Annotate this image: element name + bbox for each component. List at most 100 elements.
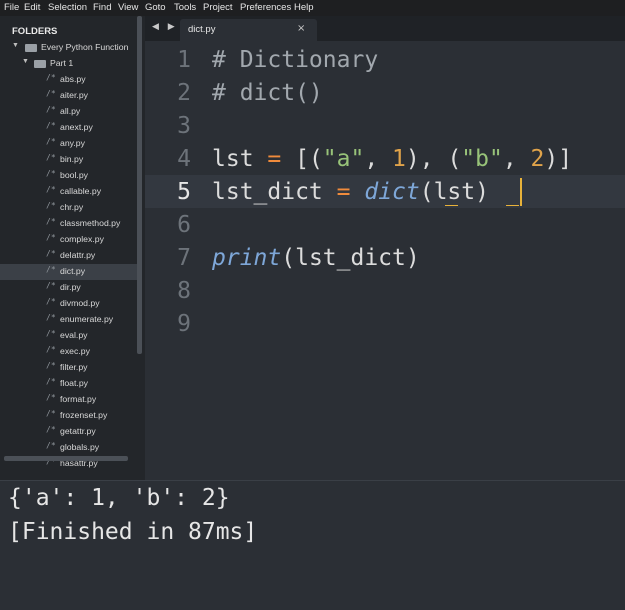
file-label: complex.py [60,234,104,244]
file-icon: /* [46,233,56,242]
comment: # Dictionary [212,47,379,73]
file-item[interactable]: /* format.py [0,392,137,408]
console-status: [Finished in 87ms] [8,519,258,545]
file-label: abs.py [60,74,86,84]
file-label: dict.py [60,266,86,276]
file-icon: /* [46,393,56,402]
line-number: 2 [177,80,191,106]
bracket-match-underline [445,205,458,206]
file-label: bin.py [60,154,84,164]
disclosure-arrow-icon[interactable]: ▼ [22,58,29,65]
file-item[interactable]: /* classmethod.py [0,216,137,232]
file-item[interactable]: /* any.py [0,136,137,152]
number: 2 [530,146,545,172]
file-icon: /* [46,409,56,418]
folders-title: FOLDERS [12,26,58,37]
menu-help[interactable]: Help [294,2,314,13]
file-item[interactable]: /* float.py [0,376,137,392]
sidebar: FOLDERS ▼ Every Python Function ▼ Part 1… [0,16,145,480]
line-number: 9 [177,311,191,337]
file-icon: /* [46,89,56,98]
sidebar-vertical-scrollbar[interactable] [137,16,142,354]
line-number-gutter: 1 2 3 4 5 6 7 8 9 [145,41,203,480]
file-label: float.py [60,378,89,388]
file-icon: /* [46,329,56,338]
text-caret [520,178,522,206]
file-item[interactable]: /* anext.py [0,120,137,136]
file-item[interactable]: /* bool.py [0,168,137,184]
file-label: aiter.py [60,90,89,100]
file-icon: /* [46,73,56,82]
file-item[interactable]: /* dict.py [0,264,137,280]
file-icon: /* [46,441,56,450]
line-number: 1 [177,47,191,73]
tab-nav-arrows-icon[interactable]: ◀ ▶ [152,22,178,32]
close-icon[interactable]: × [297,23,305,34]
file-icon: /* [46,249,56,258]
folder-label: Part 1 [50,58,74,68]
file-item[interactable]: /* dir.py [0,280,137,296]
menu-edit[interactable]: Edit [24,2,40,13]
disclosure-arrow-icon[interactable]: ▼ [12,42,19,49]
file-icon: /* [46,297,56,306]
file-item[interactable]: /* eval.py [0,328,137,344]
menu-bar: File Edit Selection Find View Goto Tools… [0,0,625,16]
file-item[interactable]: /* globals.py [0,440,137,456]
menu-selection[interactable]: Selection [48,2,87,13]
file-label: anext.py [60,122,93,132]
menu-project[interactable]: Project [203,2,233,13]
punctuation: [( [281,146,323,172]
file-icon: /* [46,105,56,114]
file-item[interactable]: /* chr.py [0,200,137,216]
punctuation: ), ( [405,146,462,172]
menu-tools[interactable]: Tools [174,2,196,13]
file-item[interactable]: /* callable.py [0,184,137,200]
file-item[interactable]: /* complex.py [0,232,137,248]
file-icon: /* [46,265,56,274]
code-line-5: lst_dict = dict(lst) [212,176,625,209]
file-item[interactable]: /* delattr.py [0,248,137,264]
menu-view[interactable]: View [118,2,138,13]
menu-file[interactable]: File [4,2,19,13]
file-label: classmethod.py [60,218,121,228]
operator: = [336,179,351,205]
console-output: {'a': 1, 'b': 2} [8,485,230,511]
tab-dict-py[interactable]: dict.py × [180,19,317,41]
variable: lst_dict [212,179,337,205]
code-line-4: lst = [("a", 1), ("b", 2)] [212,143,625,176]
file-icon: /* [46,185,56,194]
line-number: 7 [177,245,191,271]
file-label: delattr.py [60,250,96,260]
punctuation: )] [544,146,573,172]
file-icon: /* [46,361,56,370]
file-label: divmod.py [60,298,100,308]
file-item[interactable]: /* frozenset.py [0,408,137,424]
file-icon: /* [46,217,56,226]
folder-every-python-function[interactable]: ▼ Every Python Function [0,40,137,56]
file-icon: /* [46,201,56,210]
code-line-1: # Dictionary [212,44,625,77]
file-item[interactable]: /* enumerate.py [0,312,137,328]
menu-find[interactable]: Find [93,2,111,13]
sidebar-horizontal-scrollbar[interactable] [4,456,128,461]
menu-goto[interactable]: Goto [145,2,166,13]
arguments: (lst) [419,179,489,205]
file-label: exec.py [60,346,90,356]
file-item[interactable]: /* divmod.py [0,296,137,312]
file-label: getattr.py [60,426,96,436]
folder-part-1[interactable]: ▼ Part 1 [0,56,137,72]
file-item[interactable]: /* filter.py [0,360,137,376]
code-editor[interactable]: 1 2 3 4 5 6 7 8 9 # Dictionary # dict() … [145,41,625,480]
string: "b" [461,146,503,172]
comment: # dict() [212,80,323,106]
file-item[interactable]: /* all.py [0,104,137,120]
file-item[interactable]: /* getattr.py [0,424,137,440]
file-icon: /* [46,281,56,290]
file-icon: /* [46,425,56,434]
file-item[interactable]: /* abs.py [0,72,137,88]
file-item[interactable]: /* bin.py [0,152,137,168]
menu-preferences[interactable]: Preferences [240,2,291,13]
file-item[interactable]: /* aiter.py [0,88,137,104]
file-item[interactable]: /* exec.py [0,344,137,360]
